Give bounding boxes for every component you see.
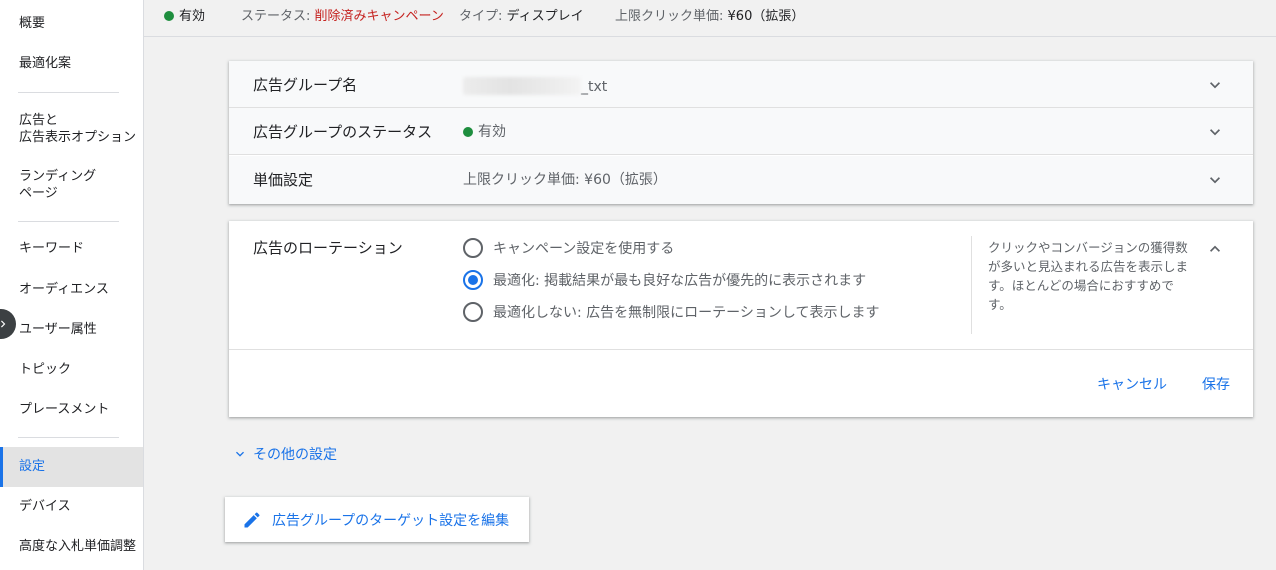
sidebar-divider xyxy=(18,437,119,438)
other-settings-label: その他の設定 xyxy=(253,447,337,463)
help-divider xyxy=(971,236,972,334)
left-navigation: 概要 最適化案 広告と 広告表示オプション ランディング ページ キーワード オ… xyxy=(0,0,144,570)
ad-group-name-label: 広告グループ名 xyxy=(253,76,358,94)
rotation-option-label: 最適化: 掲載結果が最も良好な広告が優先的に表示されます xyxy=(493,273,867,289)
campaign-type: タイプ: ディスプレイ xyxy=(459,9,584,25)
redacted-name xyxy=(463,77,581,95)
sidebar-item-bid-adjustments[interactable]: 高度な入札単価調整 xyxy=(0,538,143,555)
ad-group-status-label: 広告グループのステータス xyxy=(253,123,433,141)
campaign-status: ステータス: 削除済みキャンペーン xyxy=(241,9,444,25)
campaign-status-label: ステータス: xyxy=(241,9,311,24)
rotation-option-do-not-optimize[interactable]: 最適化しない: 広告を無制限にローテーションして表示します xyxy=(463,302,879,322)
chevron-down-icon[interactable] xyxy=(1205,170,1225,190)
ad-group-name-value: _txt xyxy=(463,77,607,96)
sidebar-item-topics[interactable]: トピック xyxy=(0,361,143,378)
sidebar-item-recommendations[interactable]: 最適化案 xyxy=(0,55,143,72)
campaign-type-value: ディスプレイ xyxy=(506,9,584,24)
sidebar-item-audiences[interactable]: オーディエンス xyxy=(0,281,143,298)
bidding-value: 上限クリック単価: ¥60（拡張） xyxy=(463,172,667,188)
sidebar-divider xyxy=(18,221,119,222)
max-cpc-label: 上限クリック単価: xyxy=(615,9,724,24)
chevron-down-icon xyxy=(236,451,244,457)
ad-rotation-label: 広告のローテーション xyxy=(253,239,403,257)
chevron-down-icon[interactable] xyxy=(1205,122,1225,142)
pencil-icon xyxy=(244,511,260,527)
rotation-option-label: キャンペーン設定を使用する xyxy=(493,241,675,257)
radio-button[interactable] xyxy=(463,302,483,322)
sidebar-item-settings[interactable]: 設定 xyxy=(0,447,143,487)
status-text: 有効 xyxy=(179,9,206,24)
ad-group-status-row[interactable]: 広告グループのステータス 有効 xyxy=(229,108,1253,155)
chevron-down-icon[interactable] xyxy=(1205,75,1225,95)
other-settings-toggle[interactable]: その他の設定 xyxy=(232,444,337,464)
ad-group-name-row[interactable]: 広告グループ名 _txt xyxy=(229,61,1253,108)
sidebar-divider xyxy=(18,92,119,93)
campaign-status-value: 削除済みキャンペーン xyxy=(314,9,444,24)
rotation-option-label: 最適化しない: 広告を無制限にローテーションして表示します xyxy=(493,305,880,321)
rotation-help-text: クリックやコンバージョンの獲得数が多いと見込まれる広告を表示します。ほとんどの場… xyxy=(988,240,1189,312)
status-dot-icon xyxy=(164,11,174,21)
rotation-option-campaign-setting[interactable]: キャンペーン設定を使用する xyxy=(463,238,674,258)
rotation-option-optimize[interactable]: 最適化: 掲載結果が最も良好な広告が優先的に表示されます xyxy=(463,270,866,290)
ad-group-summary-bar: 有効 ステータス: 削除済みキャンペーン タイプ: ディスプレイ 上限クリック単… xyxy=(144,0,1276,37)
card-footer-divider xyxy=(229,349,1253,350)
status-indicator: 有効 xyxy=(164,9,205,25)
radio-button[interactable] xyxy=(463,238,483,258)
chevron-up-icon[interactable] xyxy=(1205,239,1225,259)
sidebar-item-demographics[interactable]: ユーザー属性 xyxy=(0,321,143,338)
sidebar-item-landing-pages[interactable]: ランディング ページ xyxy=(0,168,143,202)
chevron-right-icon xyxy=(1,320,6,328)
cancel-button[interactable]: キャンセル xyxy=(1097,376,1167,394)
ad-rotation-card: 広告のローテーション キャンペーン設定を使用する 最適化: 掲載結果が最も良好な… xyxy=(229,221,1253,417)
bidding-label: 単価設定 xyxy=(253,171,314,189)
sidebar-item-devices[interactable]: デバイス xyxy=(0,498,143,515)
edit-targeting-label: 広告グループのターゲット設定を編集 xyxy=(272,512,510,529)
ad-group-status-value: 有効 xyxy=(463,124,506,141)
sidebar-item-keywords[interactable]: キーワード xyxy=(0,240,143,257)
save-button[interactable]: 保存 xyxy=(1202,376,1230,394)
bidding-row[interactable]: 単価設定 上限クリック単価: ¥60（拡張） xyxy=(229,156,1253,204)
radio-button-selected[interactable] xyxy=(463,270,483,290)
max-cpc: 上限クリック単価: ¥60（拡張） xyxy=(615,9,804,25)
max-cpc-value: ¥60（拡張） xyxy=(727,9,805,24)
ad-group-settings-card: 広告グループ名 _txt 広告グループのステータス 有効 単価設定 上限クリック… xyxy=(229,61,1253,204)
status-dot-icon xyxy=(463,127,473,137)
sidebar-item-placements[interactable]: プレースメント xyxy=(0,401,143,418)
campaign-type-label: タイプ: xyxy=(459,9,503,24)
sidebar-item-ads-extensions[interactable]: 広告と 広告表示オプション xyxy=(0,112,143,146)
edit-targeting-button[interactable]: 広告グループのターゲット設定を編集 xyxy=(225,497,529,542)
sidebar-item-overview[interactable]: 概要 xyxy=(0,15,143,32)
